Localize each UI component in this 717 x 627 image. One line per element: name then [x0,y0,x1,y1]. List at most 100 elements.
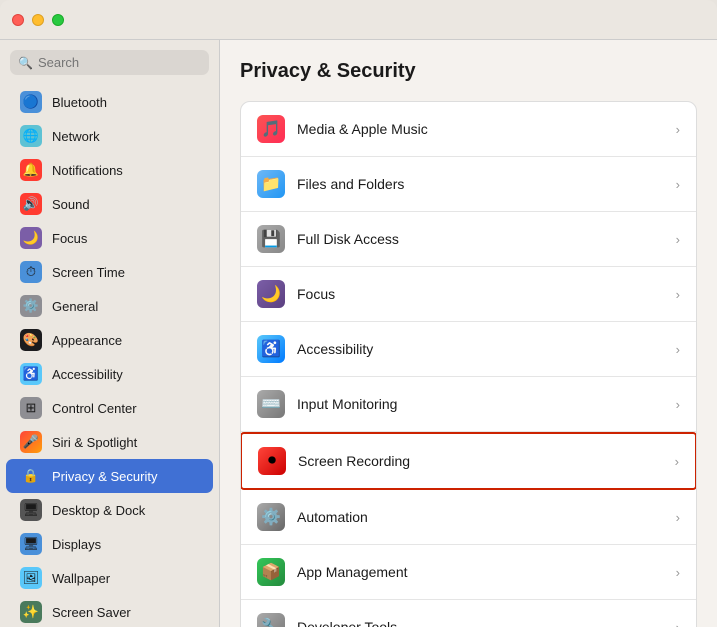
chevron-icon-developer-tools: › [676,620,680,627]
search-icon: 🔍 [18,56,33,70]
chevron-icon-full-disk: › [676,232,680,247]
close-button[interactable] [12,14,24,26]
settings-item-label-screen-recording: Screen Recording [298,453,663,469]
chevron-icon-accessibility: › [676,342,680,357]
sidebar-item-general[interactable]: ⚙️ General [6,289,213,323]
content-area: Privacy & Security 🎵 Media & Apple Music ›… [220,40,717,627]
minimize-button[interactable] [32,14,44,26]
main-layout: 🔍 🔵 Bluetooth 🌐 Network 🔔 Notifications 🔊 Sound… [0,40,717,627]
settings-item-label-media-music: Media & Apple Music [297,121,664,137]
sidebar-item-displays[interactable]: 🖥 Displays [6,527,213,561]
sidebar-item-screentime[interactable]: ⏱ Screen Time [6,255,213,289]
siri-icon: 🎤 [20,431,42,453]
app-management-settings-icon: 📦 [257,558,285,586]
page-title: Privacy & Security [240,60,697,83]
screensaver-icon: ✨ [20,601,42,623]
sidebar-item-label-focus: Focus [52,231,87,246]
settings-item-media-music[interactable]: 🎵 Media & Apple Music › [241,102,696,157]
network-icon: 🌐 [20,125,42,147]
controlcenter-icon: ⊞ [20,397,42,419]
chevron-icon-input-monitoring: › [676,397,680,412]
settings-item-full-disk[interactable]: 💾 Full Disk Access › [241,212,696,267]
settings-section-0: 🎵 Media & Apple Music › 📁 Files and Folders ›… [240,101,697,627]
sidebar-item-label-displays: Displays [52,537,101,552]
sidebar-item-label-desktop: Desktop & Dock [52,503,145,518]
screen-recording-settings-icon: ⏺ [258,447,286,475]
focus-icon: 🌙 [20,227,42,249]
sidebar-item-label-notifications: Notifications [52,163,123,178]
input-monitoring-settings-icon: ⌨️ [257,390,285,418]
automation-settings-icon: ⚙️ [257,503,285,531]
sidebar-item-label-general: General [52,299,98,314]
sidebar-item-focus[interactable]: 🌙 Focus [6,221,213,255]
sidebar-item-sound[interactable]: 🔊 Sound [6,187,213,221]
sidebar-item-accessibility[interactable]: ♿ Accessibility [6,357,213,391]
sidebar-item-screensaver[interactable]: ✨ Screen Saver [6,595,213,627]
settings-item-label-developer-tools: Developer Tools [297,619,664,627]
sidebar-item-label-screensaver: Screen Saver [52,605,131,620]
appearance-icon: 🎨 [20,329,42,351]
sidebar-item-appearance[interactable]: 🎨 Appearance [6,323,213,357]
wallpaper-icon: 🖼 [20,567,42,589]
settings-item-app-management[interactable]: 📦 App Management › [241,545,696,600]
settings-item-screen-recording[interactable]: ⏺ Screen Recording › [240,432,697,490]
bluetooth-icon: 🔵 [20,91,42,113]
settings-item-files-folders[interactable]: 📁 Files and Folders › [241,157,696,212]
files-folders-settings-icon: 📁 [257,170,285,198]
sidebar-item-notifications[interactable]: 🔔 Notifications [6,153,213,187]
developer-tools-settings-icon: 🔧 [257,613,285,627]
settings-item-developer-tools[interactable]: 🔧 Developer Tools › [241,600,696,627]
sidebar: 🔍 🔵 Bluetooth 🌐 Network 🔔 Notifications 🔊 Sound… [0,40,220,627]
sidebar-item-label-privacy: Privacy & Security [52,469,157,484]
sidebar-item-label-bluetooth: Bluetooth [52,95,107,110]
sidebar-item-label-screentime: Screen Time [52,265,125,280]
chevron-icon-automation: › [676,510,680,525]
sidebar-item-label-appearance: Appearance [52,333,122,348]
settings-item-accessibility[interactable]: ♿ Accessibility › [241,322,696,377]
sidebar-item-label-sound: Sound [52,197,90,212]
titlebar [0,0,717,40]
full-disk-settings-icon: 💾 [257,225,285,253]
settings-item-automation[interactable]: ⚙️ Automation › [241,490,696,545]
maximize-button[interactable] [52,14,64,26]
sidebar-item-label-wallpaper: Wallpaper [52,571,110,586]
sidebar-item-label-network: Network [52,129,100,144]
desktop-icon: 🖥 [20,499,42,521]
sidebar-item-siri[interactable]: 🎤 Siri & Spotlight [6,425,213,459]
sound-icon: 🔊 [20,193,42,215]
sidebar-item-desktop[interactable]: 🖥 Desktop & Dock [6,493,213,527]
accessibility-settings-icon: ♿ [257,335,285,363]
chevron-icon-focus: › [676,287,680,302]
displays-icon: 🖥 [20,533,42,555]
chevron-icon-files-folders: › [676,177,680,192]
sidebar-item-controlcenter[interactable]: ⊞ Control Center [6,391,213,425]
media-music-settings-icon: 🎵 [257,115,285,143]
chevron-icon-screen-recording: › [675,454,679,469]
settings-item-label-app-management: App Management [297,564,664,580]
search-input[interactable] [38,55,201,70]
screentime-icon: ⏱ [20,261,42,283]
settings-item-label-files-folders: Files and Folders [297,176,664,192]
sidebar-item-wallpaper[interactable]: 🖼 Wallpaper [6,561,213,595]
general-icon: ⚙️ [20,295,42,317]
privacy-icon: 🔒 [20,465,42,487]
settings-item-label-input-monitoring: Input Monitoring [297,396,664,412]
sidebar-item-bluetooth[interactable]: 🔵 Bluetooth [6,85,213,119]
notifications-icon: 🔔 [20,159,42,181]
sidebar-item-label-controlcenter: Control Center [52,401,137,416]
accessibility-icon: ♿ [20,363,42,385]
settings-item-label-focus: Focus [297,286,664,302]
sidebar-item-privacy[interactable]: 🔒 Privacy & Security [6,459,213,493]
sidebar-item-network[interactable]: 🌐 Network [6,119,213,153]
focus-settings-icon: 🌙 [257,280,285,308]
settings-item-label-accessibility: Accessibility [297,341,664,357]
settings-item-input-monitoring[interactable]: ⌨️ Input Monitoring › [241,377,696,432]
sidebar-item-label-siri: Siri & Spotlight [52,435,137,450]
chevron-icon-app-management: › [676,565,680,580]
settings-item-label-automation: Automation [297,509,664,525]
chevron-icon-media-music: › [676,122,680,137]
search-box[interactable]: 🔍 [10,50,209,75]
settings-item-focus[interactable]: 🌙 Focus › [241,267,696,322]
sidebar-item-label-accessibility: Accessibility [52,367,123,382]
settings-item-label-full-disk: Full Disk Access [297,231,664,247]
